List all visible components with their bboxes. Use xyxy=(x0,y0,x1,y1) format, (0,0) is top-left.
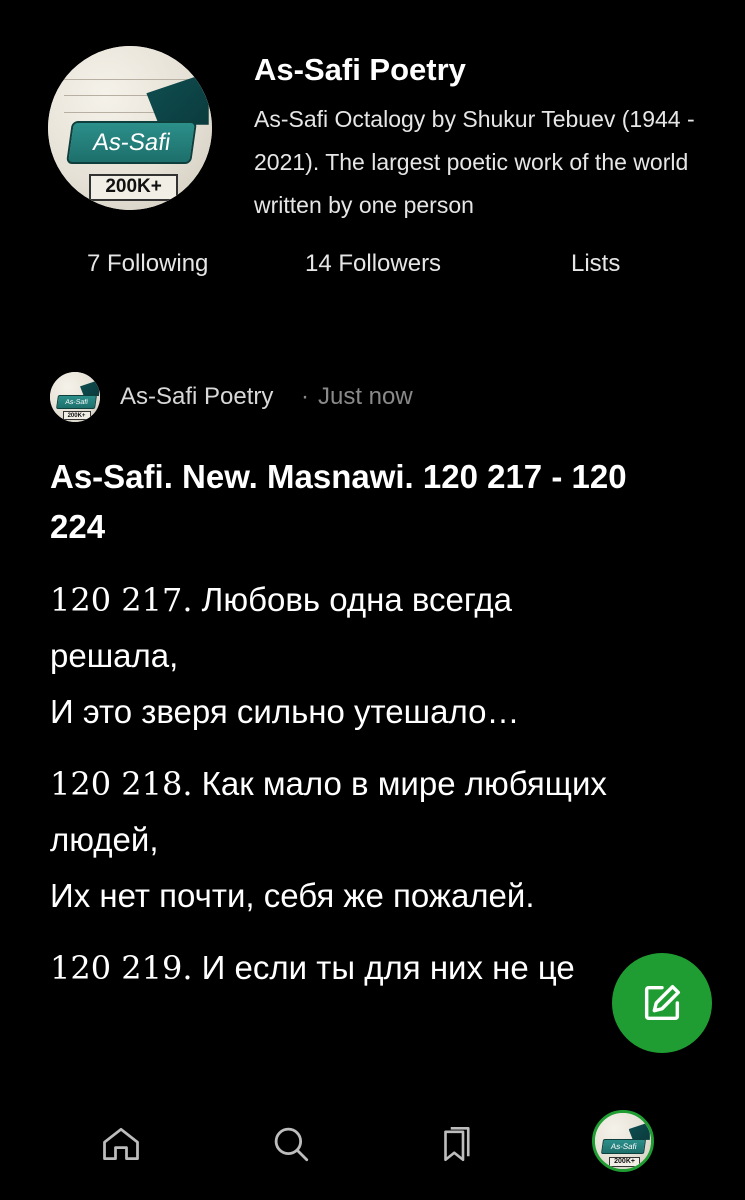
nav-profile[interactable]: As-Safi 200K+ xyxy=(592,1110,654,1172)
stanza: 120 219. И если ты для них не це xyxy=(50,940,710,996)
avatar-count: 200K+ xyxy=(62,411,91,420)
bookmarks-icon xyxy=(444,1126,470,1162)
verse-line: решала, xyxy=(50,637,179,674)
verse-line: 120 217. Любовь одна всегда xyxy=(50,572,710,628)
nav-home[interactable] xyxy=(93,1116,149,1172)
bottom-nav: As-Safi 200K+ xyxy=(0,1080,745,1200)
meta-separator: · xyxy=(301,383,309,410)
stanza: 120 218. Как мало в мире любящих людей, … xyxy=(50,756,710,924)
avatar-label: As-Safi xyxy=(601,1138,647,1155)
home-icon xyxy=(103,1127,139,1161)
following-count[interactable]: 7 Following xyxy=(87,250,208,278)
verse-number: 120 218. xyxy=(50,765,193,803)
verse-number: 120 219. xyxy=(50,949,193,987)
avatar-label: As-Safi xyxy=(66,121,198,165)
profile-name: As-Safi Poetry xyxy=(254,52,466,87)
verse-number: 120 217. xyxy=(50,581,193,619)
post-author-avatar[interactable]: As-Safi 200K+ xyxy=(50,372,100,422)
avatar-decor-line xyxy=(64,78,199,80)
post-timestamp: Just now xyxy=(318,383,413,410)
verse-line: 120 219. И если ты для них не це xyxy=(50,940,710,996)
verse-line: людей, xyxy=(50,821,159,858)
post-author-name[interactable]: As-Safi Poetry xyxy=(120,383,273,411)
profile-bio: As-Safi Octalogy by Shukur Tebuev (1944 … xyxy=(254,106,695,218)
nav-bookmarks[interactable] xyxy=(428,1116,484,1172)
verse-text: Как мало в мире любящих xyxy=(201,765,607,802)
avatar-count: 200K+ xyxy=(609,1156,641,1167)
verse-line: Их нет почти, себя же пожалей. xyxy=(50,877,535,914)
edit-icon xyxy=(644,984,681,1021)
verse-line: 120 218. Как мало в мире любящих xyxy=(50,756,710,812)
verse-text: И если ты для них не це xyxy=(201,949,575,986)
nav-search[interactable] xyxy=(263,1116,319,1172)
profile-avatar[interactable]: As-Safi 200K+ xyxy=(48,46,212,210)
verse-text: Любовь одна всегда xyxy=(201,581,513,618)
post-body: 120 217. Любовь одна всегда решала, И эт… xyxy=(50,572,710,1012)
followers-count[interactable]: 14 Followers xyxy=(305,250,441,278)
verse-line: И это зверя сильно утешало… xyxy=(50,693,520,730)
stanza: 120 217. Любовь одна всегда решала, И эт… xyxy=(50,572,710,740)
post-title[interactable]: As-Safi. New. Masnawi. 120 217 - 120 224 xyxy=(50,452,690,552)
search-icon xyxy=(274,1127,309,1162)
lists-link[interactable]: Lists xyxy=(571,250,620,278)
compose-button[interactable] xyxy=(612,953,712,1053)
avatar-count: 200K+ xyxy=(89,173,179,201)
avatar-label: As-Safi xyxy=(55,395,97,409)
